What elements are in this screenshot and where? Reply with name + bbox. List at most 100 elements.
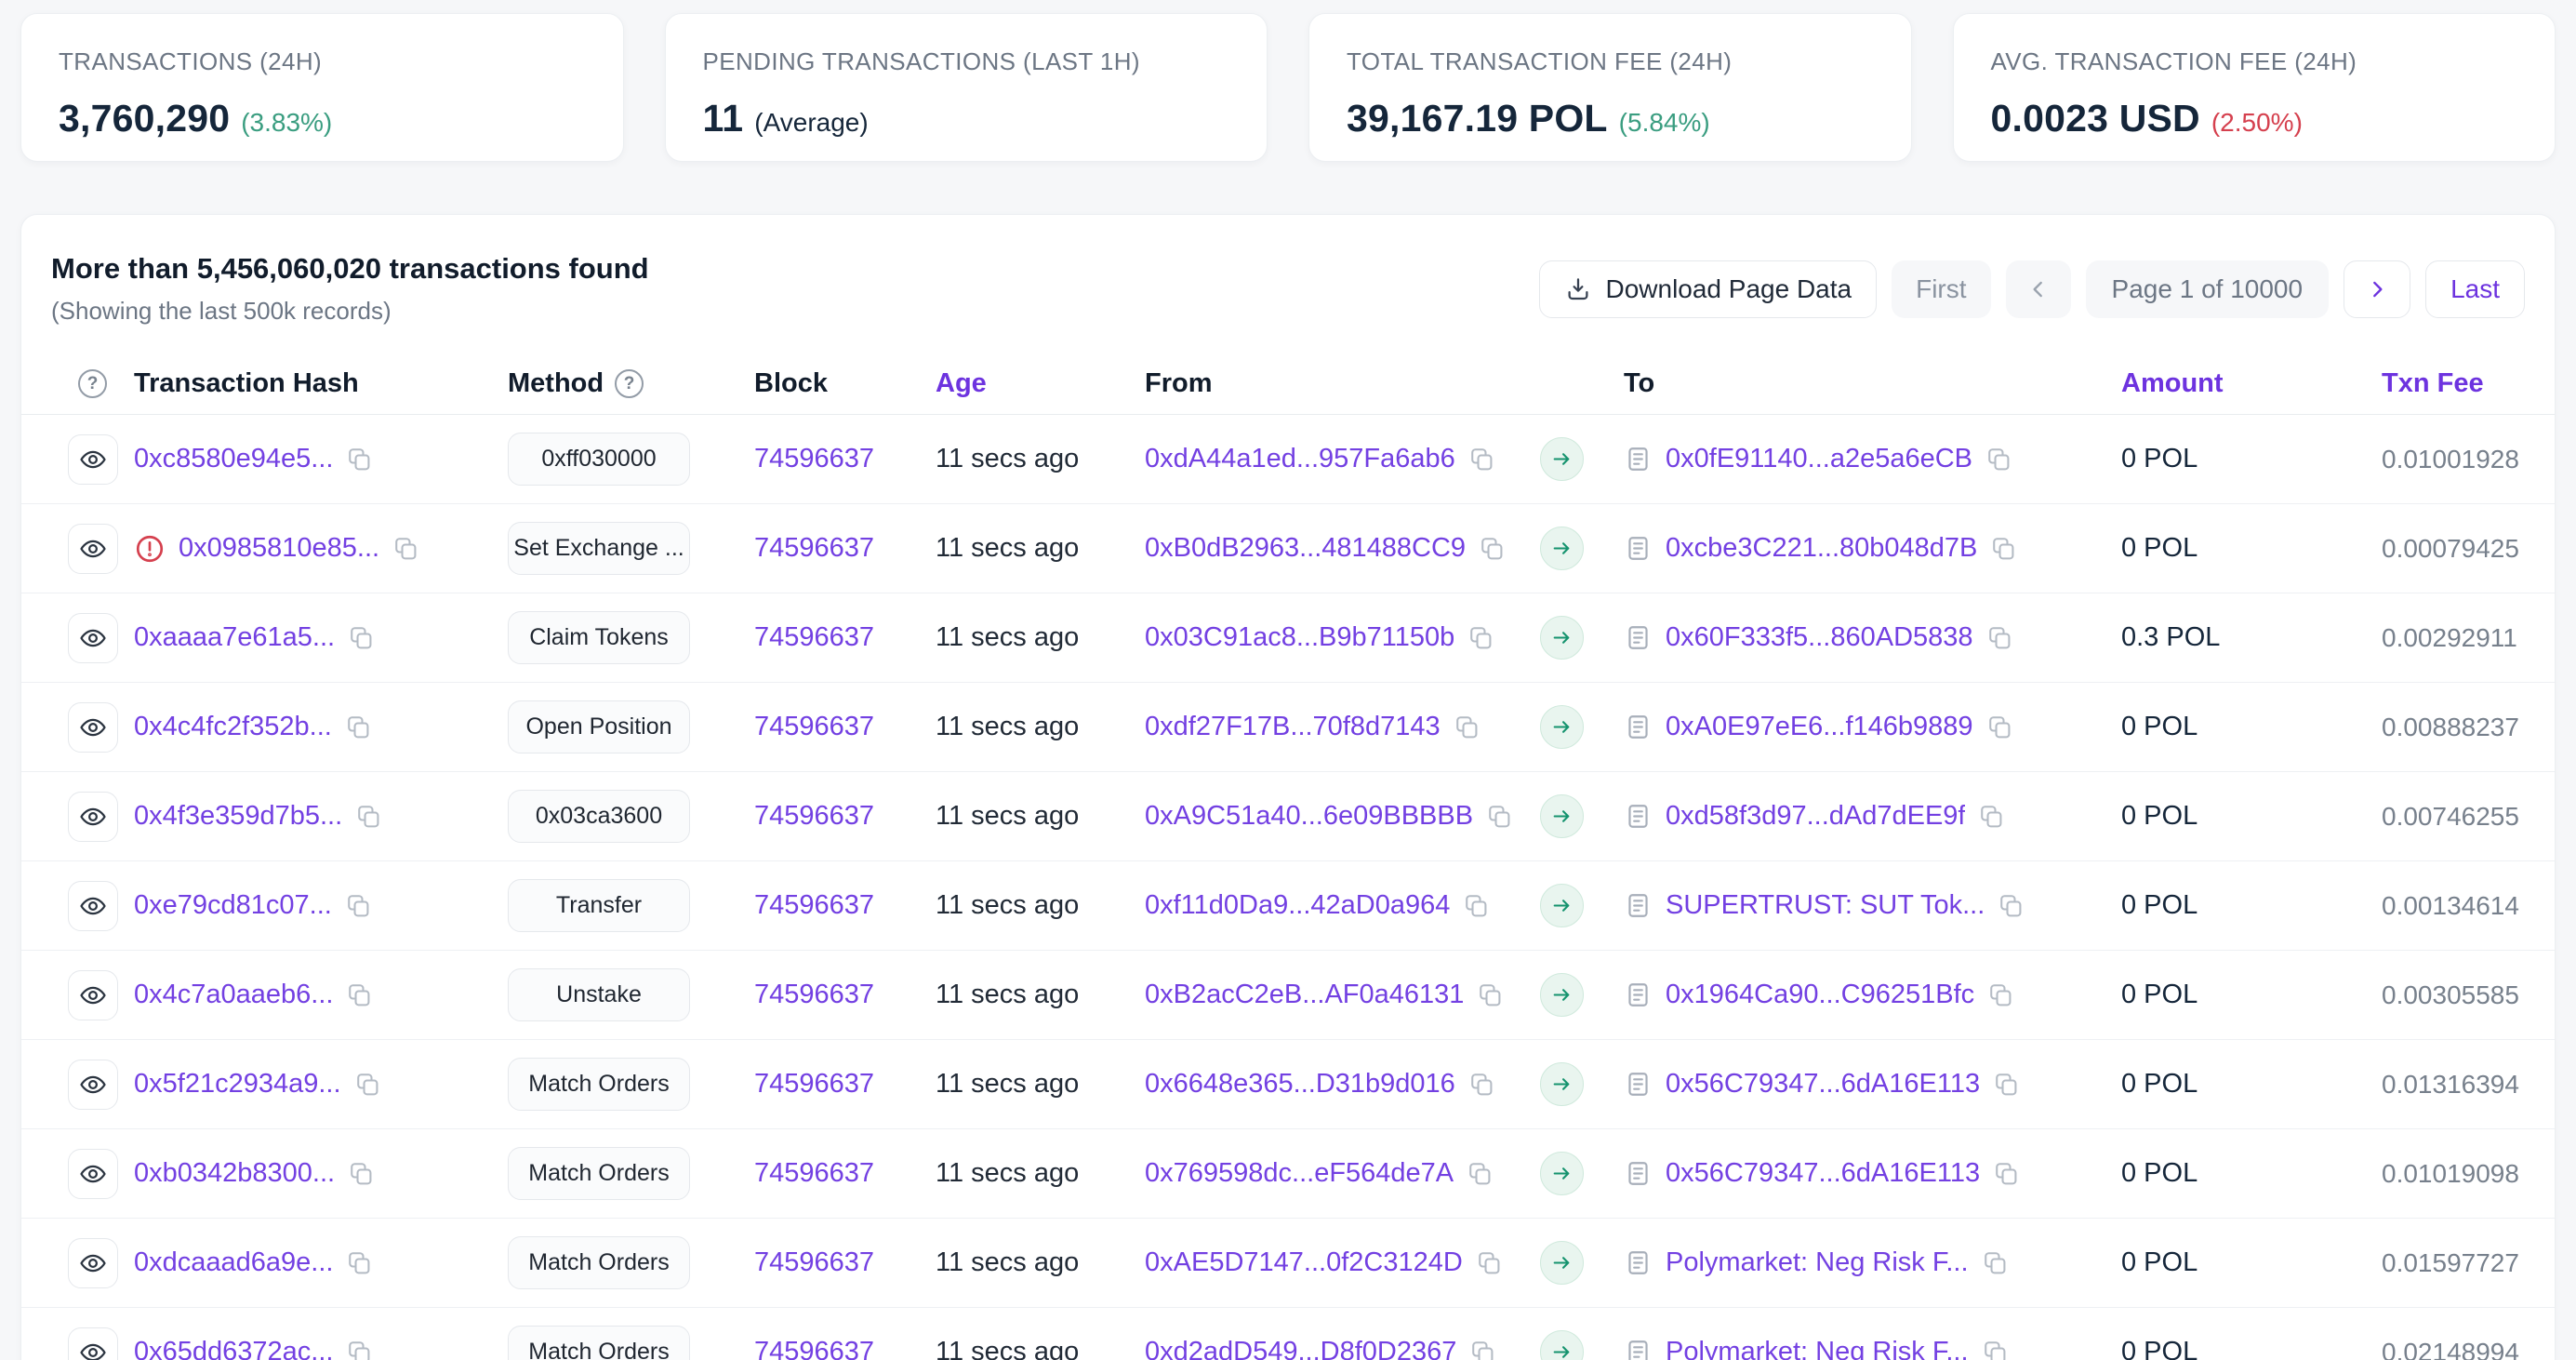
- preview-transaction-button[interactable]: [68, 1327, 118, 1360]
- method-badge: 0x03ca3600: [508, 790, 690, 843]
- copy-to-button[interactable]: [1985, 446, 2012, 473]
- row-help-icon[interactable]: ?: [78, 369, 107, 398]
- from-address-link[interactable]: 0x6648e365...D31b9d016: [1145, 1069, 1455, 1100]
- download-page-data-button[interactable]: Download Page Data: [1539, 260, 1877, 318]
- preview-transaction-button[interactable]: [68, 1149, 118, 1199]
- column-amount-toggle[interactable]: Amount: [2121, 368, 2382, 399]
- block-link[interactable]: 74596637: [754, 712, 874, 742]
- from-address-link[interactable]: 0x769598dc...eF564de7A: [1145, 1158, 1454, 1189]
- to-address-link[interactable]: 0x0fE91140...a2e5a6eCB: [1666, 444, 1972, 474]
- copy-to-button[interactable]: [1993, 1071, 2020, 1098]
- next-page-button[interactable]: [2344, 260, 2410, 318]
- copy-to-button[interactable]: [1986, 624, 2013, 651]
- block-link[interactable]: 74596637: [754, 1069, 874, 1100]
- transaction-hash-link[interactable]: 0xdcaaad6a9e...: [134, 1247, 333, 1278]
- copy-to-button[interactable]: [1990, 535, 2017, 562]
- preview-transaction-button[interactable]: [68, 434, 118, 485]
- block-link[interactable]: 74596637: [754, 1337, 874, 1360]
- copy-hash-button[interactable]: [354, 1071, 381, 1098]
- direction-arrow-icon: [1540, 527, 1584, 570]
- transaction-hash-link[interactable]: 0xb0342b8300...: [134, 1158, 335, 1189]
- copy-hash-button[interactable]: [345, 892, 372, 919]
- to-address-link[interactable]: 0xA0E97eE6...f146b9889: [1666, 712, 1973, 742]
- last-page-button[interactable]: Last: [2425, 260, 2525, 318]
- copy-from-button[interactable]: [1467, 1160, 1494, 1187]
- copy-to-button[interactable]: [1987, 981, 2014, 1008]
- copy-from-button[interactable]: [1467, 624, 1494, 651]
- preview-transaction-button[interactable]: [68, 970, 118, 1020]
- copy-to-button[interactable]: [1982, 1339, 2009, 1360]
- from-address-link[interactable]: 0xB0dB2963...481488CC9: [1145, 533, 1466, 564]
- copy-from-button[interactable]: [1477, 981, 1504, 1008]
- to-address-link[interactable]: Polymarket: Neg Risk F...: [1666, 1247, 1969, 1278]
- transaction-hash-link[interactable]: 0xc8580e94e5...: [134, 444, 333, 474]
- preview-transaction-button[interactable]: [68, 881, 118, 931]
- block-link[interactable]: 74596637: [754, 533, 874, 564]
- to-address-link[interactable]: 0x56C79347...6dA16E113: [1666, 1158, 1980, 1189]
- to-address-link[interactable]: 0xd58f3d97...dAd7dEE9f: [1666, 801, 1965, 832]
- transaction-hash-link[interactable]: 0xe79cd81c07...: [134, 890, 332, 921]
- copy-hash-button[interactable]: [346, 1249, 373, 1276]
- from-address-link[interactable]: 0x03C91ac8...B9b71150b: [1145, 622, 1454, 653]
- copy-hash-button[interactable]: [346, 446, 373, 473]
- from-address-link[interactable]: 0xdf27F17B...70f8d7143: [1145, 712, 1441, 742]
- copy-from-button[interactable]: [1468, 446, 1495, 473]
- copy-from-button[interactable]: [1454, 713, 1481, 740]
- copy-to-button[interactable]: [1998, 892, 2025, 919]
- from-address-link[interactable]: 0xAE5D7147...0f2C3124D: [1145, 1247, 1463, 1278]
- copy-from-button[interactable]: [1469, 1339, 1496, 1360]
- block-link[interactable]: 74596637: [754, 1247, 874, 1278]
- preview-transaction-button[interactable]: [68, 702, 118, 753]
- copy-hash-button[interactable]: [346, 981, 373, 1008]
- from-address-link[interactable]: 0xA9C51a40...6e09BBBBB: [1145, 801, 1473, 832]
- copy-from-button[interactable]: [1486, 803, 1513, 830]
- copy-to-button[interactable]: [1993, 1160, 2020, 1187]
- block-link[interactable]: 74596637: [754, 801, 874, 832]
- column-txn-fee-toggle[interactable]: Txn Fee: [2382, 368, 2525, 399]
- copy-from-button[interactable]: [1476, 1249, 1503, 1276]
- to-address-link[interactable]: 0x60F333f5...860AD5838: [1666, 622, 1973, 653]
- block-link[interactable]: 74596637: [754, 622, 874, 653]
- from-address-link[interactable]: 0xf11d0Da9...42aD0a964: [1145, 890, 1450, 921]
- to-address-link[interactable]: 0x1964Ca90...C96251Bfc: [1666, 980, 1974, 1010]
- first-page-button[interactable]: First: [1892, 260, 1990, 318]
- transaction-hash-link[interactable]: 0x5f21c2934a9...: [134, 1069, 341, 1100]
- block-link[interactable]: 74596637: [754, 444, 874, 474]
- to-address-link[interactable]: Polymarket: Neg Risk F...: [1666, 1337, 1969, 1360]
- copy-hash-button[interactable]: [348, 624, 375, 651]
- transaction-hash-link[interactable]: 0x65dd6372ac...: [134, 1337, 333, 1360]
- preview-transaction-button[interactable]: [68, 524, 118, 574]
- copy-to-button[interactable]: [1982, 1249, 2009, 1276]
- copy-hash-button[interactable]: [355, 803, 382, 830]
- to-address-link[interactable]: 0xcbe3C221...80b048d7B: [1666, 533, 1977, 564]
- copy-to-button[interactable]: [1986, 713, 2013, 740]
- to-address-link[interactable]: 0x56C79347...6dA16E113: [1666, 1069, 1980, 1100]
- copy-to-button[interactable]: [1978, 803, 2005, 830]
- copy-hash-button[interactable]: [345, 713, 372, 740]
- to-address-link[interactable]: SUPERTRUST: SUT Tok...: [1666, 890, 1985, 921]
- copy-hash-button[interactable]: [346, 1339, 373, 1360]
- transaction-hash-link[interactable]: 0x0985810e85...: [179, 533, 379, 564]
- from-address-link[interactable]: 0xdA44a1ed...957Fa6ab6: [1145, 444, 1455, 474]
- copy-from-button[interactable]: [1479, 535, 1506, 562]
- column-age-toggle[interactable]: Age: [936, 368, 1145, 399]
- transaction-hash-link[interactable]: 0xaaaa7e61a5...: [134, 622, 335, 653]
- transaction-hash-link[interactable]: 0x4c7a0aaeb6...: [134, 980, 333, 1010]
- copy-from-button[interactable]: [1463, 892, 1490, 919]
- copy-hash-button[interactable]: [348, 1160, 375, 1187]
- block-link[interactable]: 74596637: [754, 1158, 874, 1189]
- preview-transaction-button[interactable]: [68, 613, 118, 663]
- transaction-hash-link[interactable]: 0x4f3e359d7b5...: [134, 801, 342, 832]
- copy-from-button[interactable]: [1468, 1071, 1495, 1098]
- preview-transaction-button[interactable]: [68, 1238, 118, 1288]
- block-link[interactable]: 74596637: [754, 980, 874, 1010]
- method-help-icon[interactable]: ?: [615, 369, 644, 398]
- block-link[interactable]: 74596637: [754, 890, 874, 921]
- prev-page-button[interactable]: [2006, 260, 2071, 318]
- preview-transaction-button[interactable]: [68, 1060, 118, 1110]
- copy-hash-button[interactable]: [392, 535, 419, 562]
- preview-transaction-button[interactable]: [68, 792, 118, 842]
- transaction-hash-link[interactable]: 0x4c4fc2f352b...: [134, 712, 332, 742]
- from-address-link[interactable]: 0xd2adD549...D8f0D2367: [1145, 1337, 1456, 1360]
- from-address-link[interactable]: 0xB2acC2eB...AF0a46131: [1145, 980, 1464, 1010]
